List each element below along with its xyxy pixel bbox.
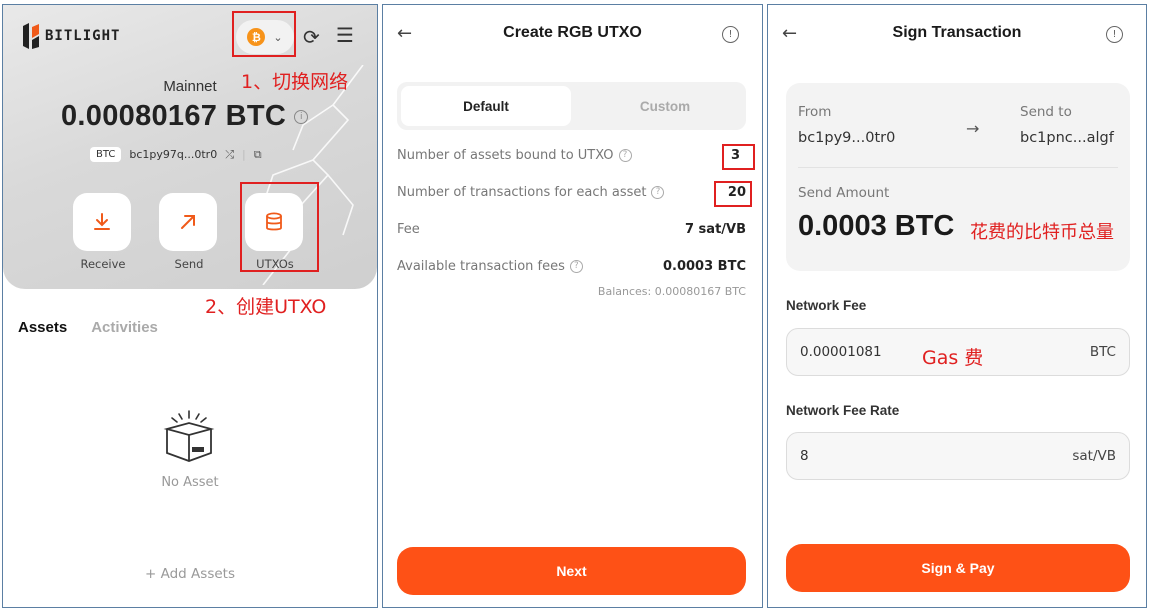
info-icon[interactable]: ! xyxy=(1106,26,1123,43)
divider: | xyxy=(242,148,246,161)
tx-per-asset-row: Number of transactions for each asset? 2… xyxy=(397,185,746,200)
send-to-label: Send to xyxy=(1020,104,1072,120)
wallet-balance: 0.00080167 BTC i xyxy=(61,100,309,133)
shuffle-icon[interactable]: ⤮ xyxy=(225,148,234,162)
network-fee-label: Network Fee xyxy=(786,298,867,313)
help-icon[interactable]: ? xyxy=(569,260,583,273)
empty-state-text: No Asset xyxy=(161,475,219,490)
next-button[interactable]: Next xyxy=(397,547,746,595)
assets-bound-label: Number of assets bound to UTXO xyxy=(397,148,614,163)
empty-box-icon xyxy=(163,410,215,462)
sign-tx-panel: ← Sign Transaction ! From bc1py9...0tr0 … xyxy=(767,4,1147,608)
divider xyxy=(798,167,1118,168)
mode-segmented-control: Default Custom xyxy=(397,82,746,130)
page-title: Sign Transaction xyxy=(892,24,1022,41)
fee-row: Fee 7 sat/VB xyxy=(397,222,746,237)
tx-per-asset-highlight xyxy=(714,181,752,207)
fee-rate-label: Network Fee Rate xyxy=(786,403,900,418)
fee-rate-field[interactable]: 8 sat/VB xyxy=(786,432,1130,480)
info-icon[interactable]: ! xyxy=(722,26,739,43)
balances-note: Balances: 0.00080167 BTC xyxy=(597,285,746,298)
refresh-icon[interactable]: ⟳ xyxy=(303,25,320,49)
segment-custom[interactable]: Custom xyxy=(585,86,745,126)
send-amount-value: 0.0003 BTC xyxy=(798,210,955,242)
network-highlight xyxy=(232,11,296,57)
fee-value: 7 sat/VB xyxy=(684,222,746,237)
download-icon xyxy=(73,193,131,251)
assets-bound-highlight xyxy=(722,144,755,170)
receive-action[interactable]: Receive xyxy=(73,193,133,271)
network-fee-value: 0.00001081 xyxy=(800,344,882,360)
tx-per-asset-label: Number of transactions for each asset xyxy=(397,185,647,200)
send-action[interactable]: Send xyxy=(159,193,219,271)
send-amount-label: Send Amount xyxy=(798,185,890,201)
annotation-amount: 花费的比特币总量 xyxy=(970,222,1114,243)
available-fees-row: Available transaction fees? 0.0003 BTC xyxy=(397,259,746,274)
from-label: From xyxy=(798,104,832,120)
bitlight-logo-icon xyxy=(23,23,39,49)
wallet-tabs: Assets Activities xyxy=(18,319,158,336)
fee-rate-value: 8 xyxy=(800,448,809,464)
arrow-up-right-icon xyxy=(159,193,217,251)
page-title: Create RGB UTXO xyxy=(503,24,642,41)
bitlight-logo: BITLIGHT xyxy=(21,22,120,50)
copy-icon[interactable]: ⧉ xyxy=(254,148,262,162)
asset-tag: BTC xyxy=(90,147,122,162)
send-label: Send xyxy=(174,257,204,271)
available-fees-value: 0.0003 BTC xyxy=(662,259,746,274)
address-short: bc1py97q...0tr0 xyxy=(129,148,218,161)
from-address: bc1py9...0tr0 xyxy=(798,130,896,146)
assets-bound-row: Number of assets bound to UTXO? 3 xyxy=(397,148,746,163)
annotation-switch-network: 1、切换网络 xyxy=(241,71,349,93)
annotation-gas: Gas 费 xyxy=(922,347,984,369)
address-row: BTC bc1py97q...0tr0 ⤮ | ⧉ xyxy=(90,147,262,162)
available-fees-label: Available transaction fees xyxy=(397,259,565,274)
send-to-address: bc1pnc...algf xyxy=(1020,130,1114,146)
receive-label: Receive xyxy=(80,257,126,271)
sign-and-pay-button[interactable]: Sign & Pay xyxy=(786,544,1130,592)
help-icon[interactable]: ? xyxy=(651,186,665,199)
tab-activities[interactable]: Activities xyxy=(91,319,158,336)
menu-icon[interactable]: ☰ xyxy=(336,23,354,47)
fee-rate-unit: sat/VB xyxy=(1072,448,1116,464)
balance-value: 0.00080167 BTC xyxy=(61,100,287,132)
network-fee-unit: BTC xyxy=(1089,344,1116,360)
annotation-create-utxo: 2、创建UTXO xyxy=(205,296,327,318)
segment-default[interactable]: Default xyxy=(401,86,571,126)
tab-assets[interactable]: Assets xyxy=(18,319,67,336)
arrow-right-icon: → xyxy=(966,119,980,138)
fee-label: Fee xyxy=(397,222,420,237)
help-icon[interactable]: ? xyxy=(618,149,632,162)
create-utxo-panel: ← Create RGB UTXO ! Default Custom Numbe… xyxy=(382,4,763,608)
wallet-hero: BITLIGHT ₿ ⌄ ⟳ ☰ Mainnet 0.00080167 BTC … xyxy=(3,5,377,289)
utxos-highlight xyxy=(240,182,319,272)
wallet-panel: BITLIGHT ₿ ⌄ ⟳ ☰ Mainnet 0.00080167 BTC … xyxy=(2,4,378,608)
info-icon[interactable]: i xyxy=(294,110,309,125)
add-assets-button[interactable]: + Add Assets xyxy=(3,566,377,582)
logo-text: BITLIGHT xyxy=(45,28,121,44)
